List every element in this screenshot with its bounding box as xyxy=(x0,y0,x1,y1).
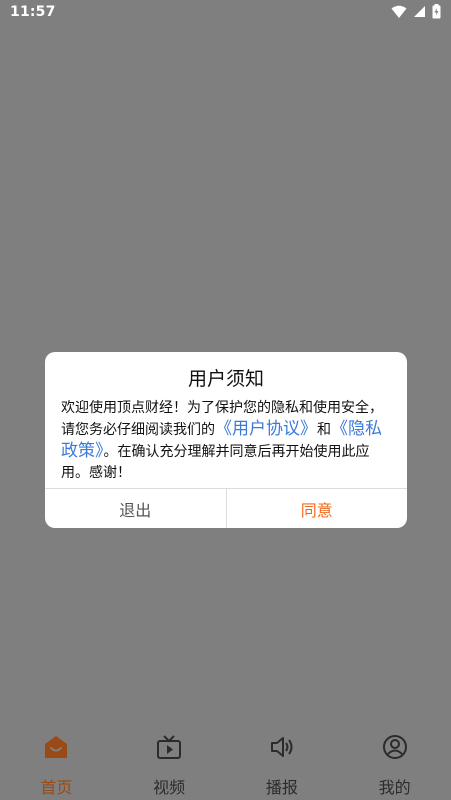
dialog-text-3: 。在确认充分理解并同意后再开始使用此应用。感谢！ xyxy=(61,444,370,481)
wifi-icon xyxy=(391,5,407,19)
tab-mine[interactable]: 我的 xyxy=(338,724,451,800)
dialog-actions: 退出 同意 xyxy=(45,488,407,528)
status-time: 11:57 xyxy=(10,4,56,20)
speaker-icon xyxy=(269,734,295,764)
tab-home-label: 首页 xyxy=(40,778,73,797)
tv-icon xyxy=(156,734,182,764)
status-bar: 11:57 xyxy=(0,0,451,24)
battery-charging-icon xyxy=(432,4,441,19)
user-agreement-link[interactable]: 《用户协议》 xyxy=(215,419,317,439)
tab-video-label: 视频 xyxy=(153,778,186,797)
agree-button[interactable]: 同意 xyxy=(227,489,408,528)
tab-broadcast-label: 播报 xyxy=(265,778,298,797)
dialog-body: 欢迎使用顶点财经！为了保护您的隐私和使用安全，请您务必仔细阅读我们的《用户协议》… xyxy=(61,398,393,484)
tab-video[interactable]: 视频 xyxy=(113,724,226,800)
home-icon xyxy=(43,734,69,764)
signal-icon xyxy=(413,5,426,18)
tab-home[interactable]: 首页 xyxy=(0,724,113,800)
profile-icon xyxy=(382,734,408,764)
bottom-tab-bar: 首页 视频 播报 我的 xyxy=(0,724,451,800)
dialog-text-2: 和 xyxy=(317,422,331,438)
tab-mine-label: 我的 xyxy=(378,778,411,797)
tab-broadcast[interactable]: 播报 xyxy=(226,724,339,800)
status-icons xyxy=(391,4,441,19)
dialog-title: 用户须知 xyxy=(187,368,264,390)
exit-button[interactable]: 退出 xyxy=(45,489,227,528)
user-notice-dialog: 用户须知 欢迎使用顶点财经！为了保护您的隐私和使用安全，请您务必仔细阅读我们的《… xyxy=(45,352,407,528)
